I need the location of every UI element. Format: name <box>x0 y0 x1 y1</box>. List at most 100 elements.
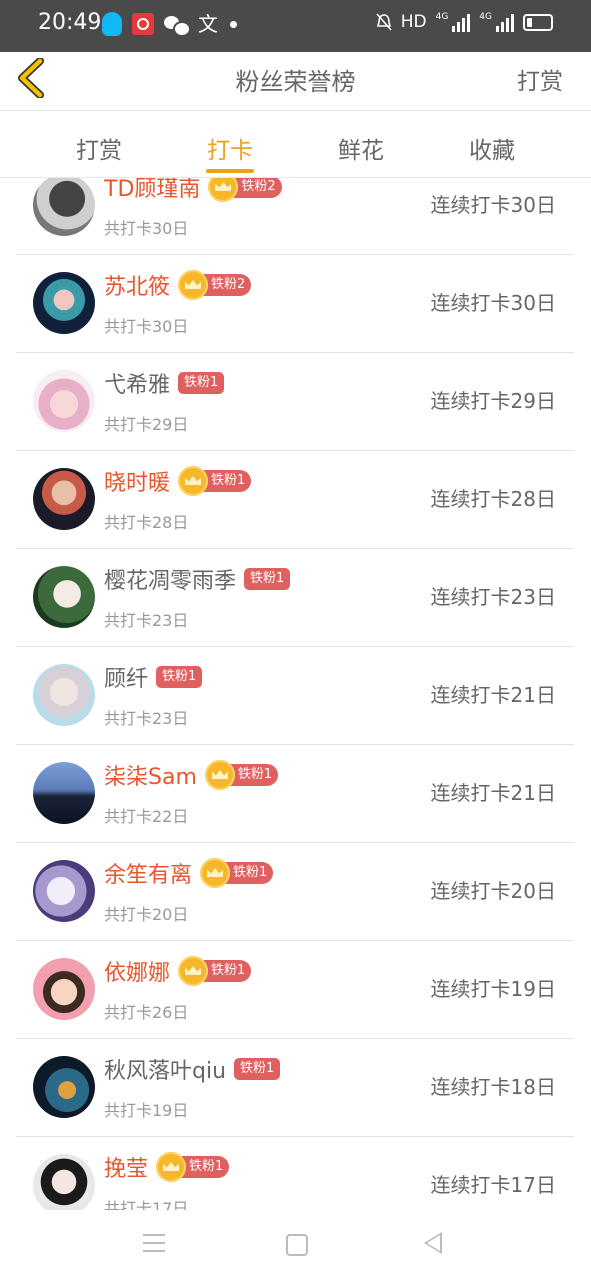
avatar[interactable] <box>33 468 95 530</box>
fan-level-badge: 铁粉1 <box>178 372 225 394</box>
list-item[interactable]: 晓时暖 铁粉1 共打卡28日 连续打卡28日 <box>16 451 574 549</box>
recent-apps-button[interactable] <box>143 1234 165 1252</box>
tab-favorites[interactable]: 收藏 <box>452 131 532 165</box>
status-bar: 20:49 文 HD 4G 4G <box>0 0 591 52</box>
tab-flowers[interactable]: 鲜花 <box>321 131 401 165</box>
translate-icon: 文 <box>198 12 218 36</box>
list-item[interactable]: 樱花凋零雨季 铁粉1 共打卡23日 连续打卡23日 <box>16 549 574 647</box>
list-item[interactable]: 依娜娜 铁粉1 共打卡26日 连续打卡19日 <box>16 941 574 1039</box>
total-checkins: 共打卡17日 <box>104 1199 189 1210</box>
home-button[interactable] <box>286 1234 308 1256</box>
hd-label: HD <box>400 12 427 32</box>
list-item[interactable]: 顾纤 铁粉1 共打卡23日 连续打卡21日 <box>16 647 574 745</box>
avatar[interactable] <box>33 762 95 824</box>
crown-icon <box>178 466 209 496</box>
streak-checkins: 连续打卡30日 <box>430 291 556 315</box>
signal-icon-1: 4G <box>436 12 471 32</box>
list-item[interactable]: 挽莹 铁粉1 共打卡17日 连续打卡17日 <box>16 1137 574 1210</box>
fan-level-badge: 铁粉1 <box>178 956 252 986</box>
status-time: 20:49 <box>38 10 102 35</box>
system-nav-bar <box>0 1210 591 1280</box>
signal-icon-2: 4G <box>479 12 514 32</box>
streak-checkins: 连续打卡30日 <box>430 193 556 217</box>
avatar[interactable] <box>33 272 95 334</box>
qq-icon <box>102 12 122 36</box>
total-checkins: 共打卡23日 <box>104 611 189 630</box>
avatar[interactable] <box>33 664 95 726</box>
streak-checkins: 连续打卡19日 <box>430 977 556 1001</box>
fan-name[interactable]: 弋希雅 <box>104 367 170 399</box>
list-item[interactable]: 余笙有离 铁粉1 共打卡20日 连续打卡20日 <box>16 843 574 941</box>
avatar[interactable] <box>33 860 95 922</box>
fan-level-badge: 铁粉1 <box>200 858 274 888</box>
fan-level-badge: 铁粉2 <box>208 178 282 202</box>
streak-checkins: 连续打卡21日 <box>430 683 556 707</box>
tab-bar: 打赏 打卡 鲜花 收藏 <box>0 111 591 178</box>
list-item[interactable]: 柒柒Sam 铁粉1 共打卡22日 连续打卡21日 <box>16 745 574 843</box>
fan-level-badge: 铁粉1 <box>234 1058 281 1080</box>
total-checkins: 共打卡23日 <box>104 709 189 728</box>
streak-checkins: 连续打卡23日 <box>430 585 556 609</box>
streak-checkins: 连续打卡21日 <box>430 781 556 805</box>
fan-name[interactable]: 苏北筱 <box>104 269 170 301</box>
fan-name[interactable]: 挽莹 <box>104 1151 148 1183</box>
more-notifications-icon <box>230 20 237 28</box>
crown-icon <box>208 178 239 202</box>
list-item[interactable]: 弋希雅 铁粉1 共打卡29日 连续打卡29日 <box>16 353 574 451</box>
crown-icon <box>200 858 231 888</box>
fan-level-badge: 铁粉1 <box>156 666 203 688</box>
fan-level-badge: 铁粉1 <box>178 466 252 496</box>
crown-icon <box>178 956 209 986</box>
total-checkins: 共打卡26日 <box>104 1003 189 1022</box>
streak-checkins: 连续打卡18日 <box>430 1075 556 1099</box>
avatar[interactable] <box>33 1056 95 1118</box>
nav-bar: 粉丝荣誉榜 打赏 <box>0 52 591 111</box>
list-item[interactable]: TD顾瑾南 铁粉2 共打卡30日 连续打卡30日 <box>16 178 574 255</box>
system-icons: HD 4G 4G <box>376 12 553 32</box>
system-back-button[interactable] <box>424 1232 442 1254</box>
streak-checkins: 连续打卡17日 <box>430 1173 556 1197</box>
wechat-icon <box>164 14 191 37</box>
fan-level-badge: 铁粉1 <box>156 1152 230 1182</box>
fan-name[interactable]: 柒柒Sam <box>104 759 197 791</box>
fan-name[interactable]: 顾纤 <box>104 661 148 693</box>
total-checkins: 共打卡29日 <box>104 415 189 434</box>
total-checkins: 共打卡20日 <box>104 905 189 924</box>
crown-icon <box>178 270 209 300</box>
fan-name[interactable]: 樱花凋零雨季 <box>104 563 236 595</box>
fan-level-badge: 铁粉2 <box>178 270 252 300</box>
avatar[interactable] <box>33 370 95 432</box>
reward-button[interactable]: 打赏 <box>517 62 563 96</box>
avatar[interactable] <box>33 1154 95 1210</box>
fan-level-badge: 铁粉1 <box>204 760 279 790</box>
total-checkins: 共打卡22日 <box>104 807 189 826</box>
list-item[interactable]: 秋风落叶qiu 铁粉1 共打卡19日 连续打卡18日 <box>16 1039 574 1137</box>
mute-icon <box>376 13 392 31</box>
tab-checkin[interactable]: 打卡 <box>190 131 270 165</box>
fan-name[interactable]: 余笙有离 <box>104 857 192 889</box>
fan-level-badge: 铁粉1 <box>244 568 291 590</box>
list-item[interactable]: 苏北筱 铁粉2 共打卡30日 连续打卡30日 <box>16 255 574 353</box>
fan-name[interactable]: TD顾瑾南 <box>104 178 200 203</box>
battery-icon <box>523 13 553 31</box>
page-title: 粉丝荣誉榜 <box>235 68 356 96</box>
total-checkins: 共打卡30日 <box>104 219 189 238</box>
streak-checkins: 连续打卡28日 <box>430 487 556 511</box>
avatar[interactable] <box>33 178 95 236</box>
fan-name[interactable]: 秋风落叶qiu <box>104 1053 226 1085</box>
notification-icons: 文 <box>102 12 237 37</box>
avatar[interactable] <box>33 566 95 628</box>
fan-name[interactable]: 依娜娜 <box>104 955 170 987</box>
avatar[interactable] <box>33 958 95 1020</box>
fan-name[interactable]: 晓时暖 <box>104 465 170 497</box>
streak-checkins: 连续打卡29日 <box>430 389 556 413</box>
tab-reward[interactable]: 打赏 <box>59 131 139 165</box>
streak-checkins: 连续打卡20日 <box>430 879 556 903</box>
total-checkins: 共打卡30日 <box>104 317 189 336</box>
fan-list: TD顾瑾南 铁粉2 共打卡30日 连续打卡30日 苏北筱 铁粉2 共打卡30日 … <box>0 178 591 1210</box>
total-checkins: 共打卡28日 <box>104 513 189 532</box>
crown-icon <box>204 760 235 790</box>
active-tab-indicator <box>206 169 254 173</box>
crown-icon <box>156 1152 187 1182</box>
total-checkins: 共打卡19日 <box>104 1101 189 1120</box>
